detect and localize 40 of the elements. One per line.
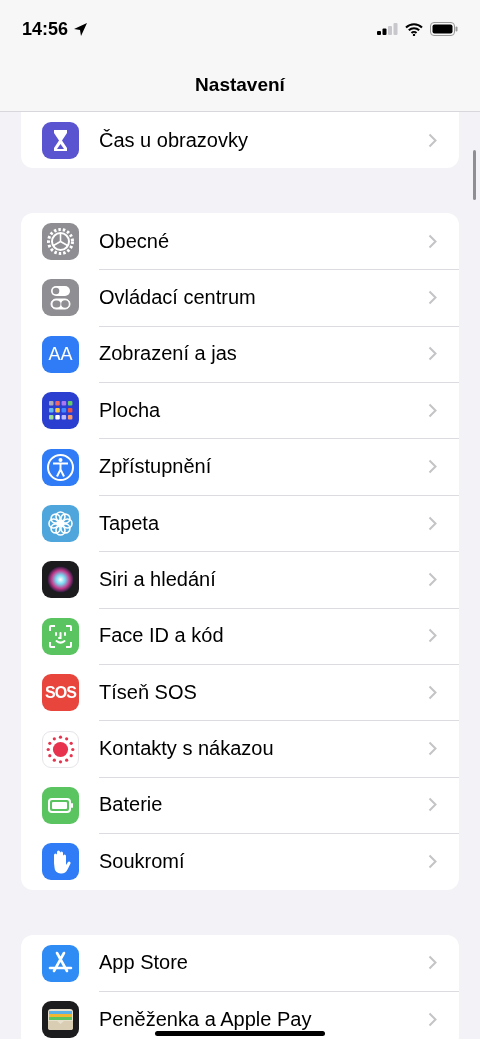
chevron-icon [428,854,437,870]
sos-icon: SOS [42,674,79,712]
chevron-icon [428,132,437,148]
chevron-icon [428,515,437,531]
chevron-icon [428,955,437,971]
screen-title: Nastavení [195,73,285,96]
scroll-indicator [473,150,476,200]
chevron-icon [428,797,437,813]
chevron-icon [428,1012,437,1028]
chevron-icon [428,571,437,587]
chevron-icon [428,741,437,757]
settings-item-label[interactable]: Zobrazení a jas [99,342,428,366]
chevron-icon [428,628,437,644]
settings-item-label[interactable]: Soukromí [99,850,428,874]
settings-item-label[interactable]: Tíseň SOS [99,680,428,704]
settings-item-label[interactable]: Tapeta [99,511,428,535]
settings-item-label[interactable]: Baterie [99,793,428,817]
status-time: 14:56 [22,18,69,40]
settings-item-label[interactable]: Obecné [99,229,428,253]
chevron-icon [428,233,437,249]
chevron-icon [428,289,437,305]
wifi-icon [405,22,423,36]
chevron-icon [428,346,437,362]
settings-item-label[interactable]: Siri a hledání [99,567,428,591]
battery-icon [430,22,458,36]
settings-item-label[interactable]: Kontakty s nákazou [99,737,428,761]
chevron-icon [428,402,437,418]
settings-item-label[interactable]: Plocha [99,398,428,422]
signal-icon [377,23,398,35]
chevron-icon [428,684,437,700]
text-size-icon: AA [42,335,79,373]
settings-item-label[interactable]: App Store [99,951,428,975]
settings-item-label[interactable]: Zpřístupnění [99,455,428,479]
settings-item-label[interactable]: Face ID a kód [99,624,428,648]
chevron-icon [428,459,437,475]
settings-item-label[interactable]: Čas u obrazovky [99,128,428,152]
home-indicator[interactable] [155,1031,325,1036]
location-arrow-icon [73,21,89,37]
settings-item-label[interactable]: Ovládací centrum [99,285,428,309]
settings-item-label[interactable]: Peněženka a Apple Pay [99,1008,428,1032]
